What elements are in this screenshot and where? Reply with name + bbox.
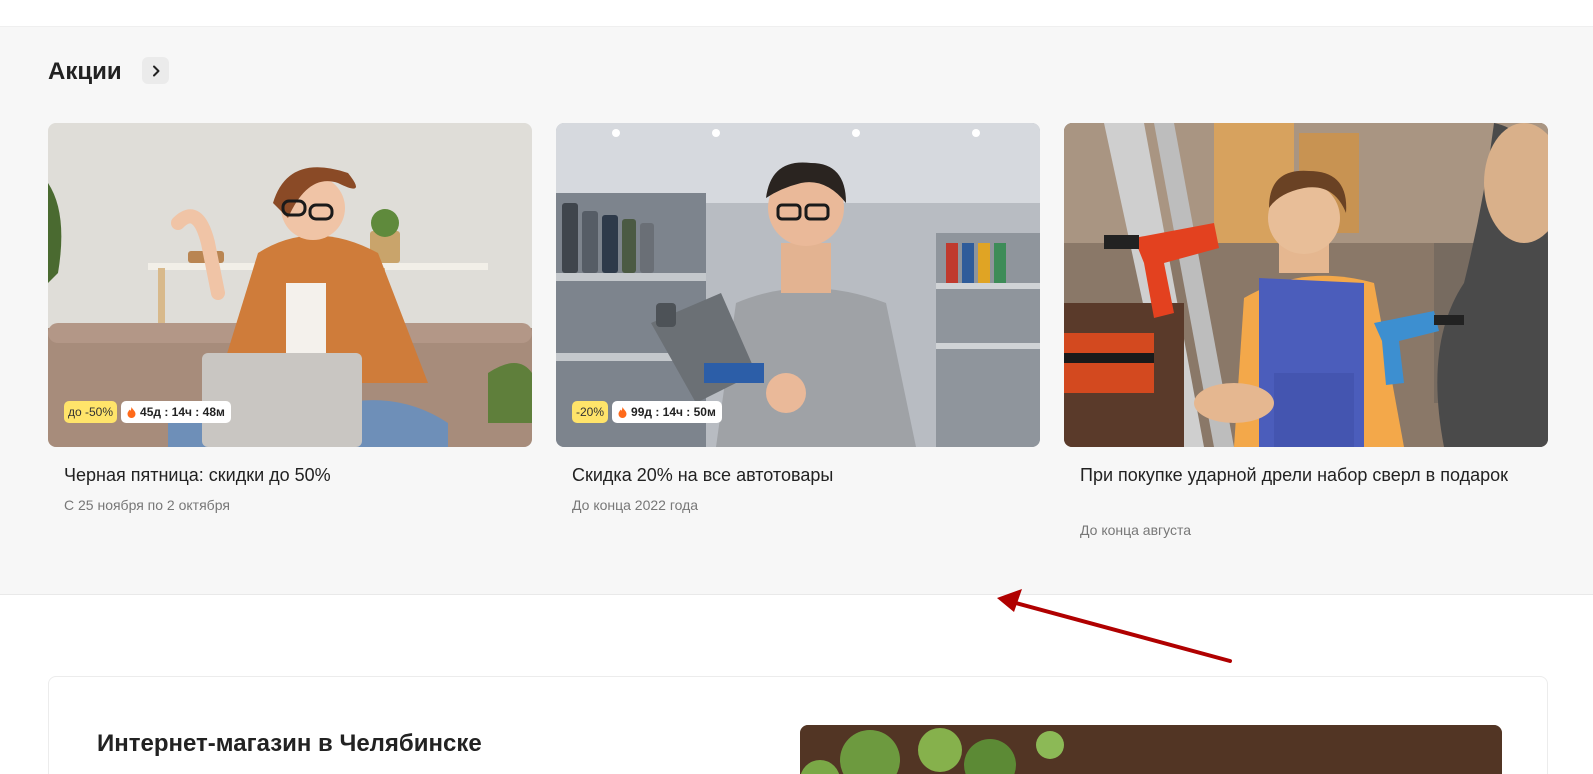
countdown-text: 45д : 14ч : 48м [140,405,225,419]
promo-badges: до -50% 45д : 14ч : 48м [64,401,231,423]
promo-card[interactable]: -20% 99д : 14ч : 50м Скидка 20% на все а… [556,123,1040,513]
promo-card[interactable]: до -50% 45д : 14ч : 48м Черная пятница: … [48,123,532,513]
promo-dates: До конца 2022 года [572,497,699,513]
store-about-card: Интернет-магазин в Челябинске [48,676,1548,774]
promo-title[interactable]: При покупке ударной дрели набор сверл в … [1080,463,1520,488]
promo-image-man-motor-oil[interactable]: -20% 99д : 14ч : 50м [556,123,1040,447]
promotions-section: Акции до -50% 45д: 14ч: 48м Черная пят… [0,27,1593,595]
discount-badge: -20% [572,401,609,423]
fire-icon [127,406,136,418]
store-about-image [800,725,1502,774]
fire-icon [618,406,627,418]
promo-dates: С 25 ноября по 2 октября [64,497,230,513]
promo-card[interactable]: При покупке ударной дрели набор сверл в … [1064,123,1548,538]
promo-title[interactable]: Черная пятница: скидки до 50% [64,463,504,488]
promo-image-woman-laptop[interactable]: до -50% 45д : 14ч : 48м [48,123,532,447]
page: Акции до -50% 45д: 14ч: 48м Черная пят… [0,0,1593,774]
store-about-title: Интернет-магазин в Челябинске [97,730,482,757]
countdown-timer: 45д : 14ч : 48м [121,401,231,423]
section-title: Акции [48,58,122,85]
promo-dates: До конца августа [1080,522,1192,538]
countdown-timer: 99д : 14ч : 50м [612,401,722,423]
section-more-button[interactable] [142,57,169,84]
promo-image-worker-drills[interactable] [1064,123,1548,447]
promo-title[interactable]: Скидка 20% на все автотовары [572,463,1012,488]
discount-badge: до -50% [64,401,118,423]
chevron-right-icon [152,65,159,76]
countdown-text: 99д : 14ч : 50м [631,405,716,419]
header-bottom-edge [0,0,1593,27]
promo-badges: -20% 99д : 14ч : 50м [572,401,722,423]
